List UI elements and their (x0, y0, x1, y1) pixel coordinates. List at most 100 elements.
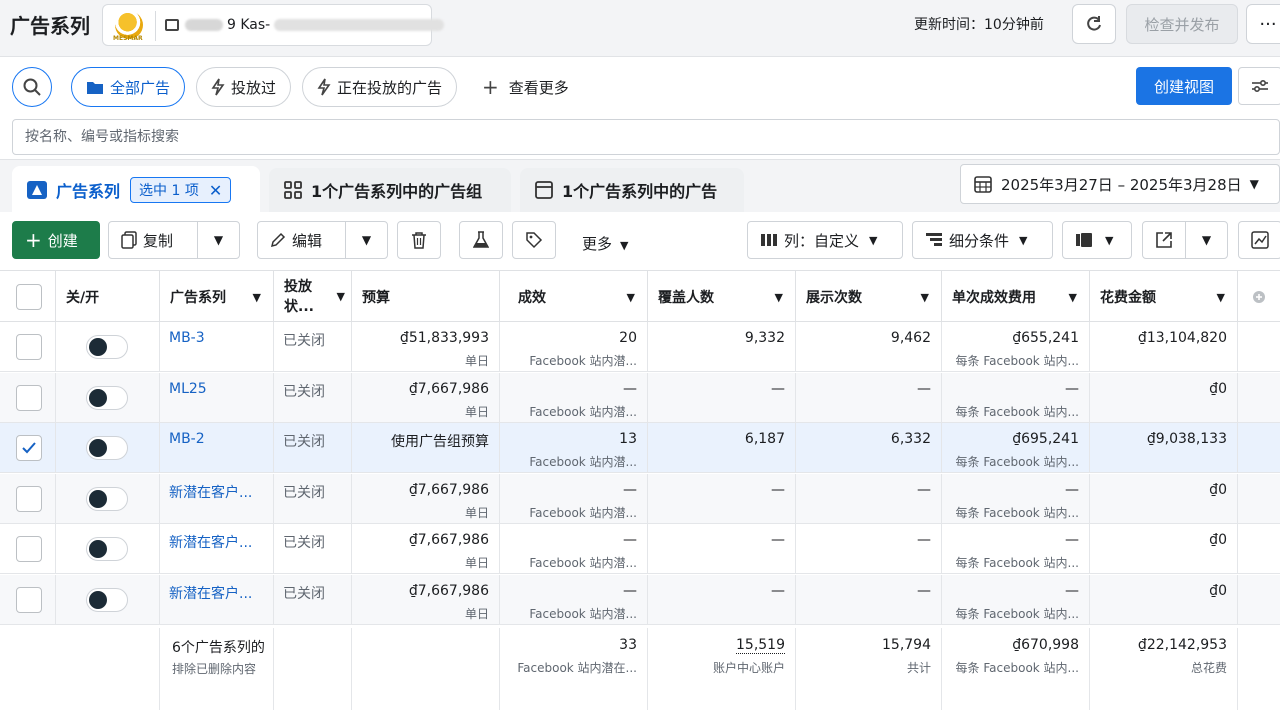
plus-icon: + (482, 75, 499, 99)
search-button[interactable] (12, 67, 52, 107)
delivery-status-cell: 已关闭 (274, 473, 352, 524)
breakdown-button[interactable]: 细分条件 ▼ (912, 221, 1053, 259)
totals-reach-cell: 15,519 账户中心账户 (648, 628, 796, 710)
date-range-picker[interactable]: 2025年3月27日 – 2025年3月28日 ▼ (960, 164, 1280, 204)
reach: — (771, 481, 785, 498)
delivery-status: 已关闭 (283, 333, 325, 349)
tab-adsets[interactable]: 1个广告系列中的广告组 (269, 168, 511, 212)
col-impressions-label: 展示次数 (806, 290, 862, 306)
lightning-icon (317, 78, 331, 96)
campaign-name[interactable]: MB-3 (169, 330, 205, 346)
results-cell: 20 Facebook 站内潜... (500, 322, 648, 372)
ab-test-button[interactable] (459, 221, 503, 259)
chevron-down-icon: ▼ (1249, 177, 1259, 191)
blurred-text (274, 19, 445, 31)
tag-button[interactable] (512, 221, 556, 259)
col-impressions[interactable]: 展示次数 ▼ (796, 271, 942, 323)
reach-cell: — (648, 473, 796, 524)
row-checkbox[interactable] (16, 536, 42, 562)
col-budget[interactable]: 预算 (352, 271, 500, 323)
table-row[interactable]: ML25 已关闭 ₫7,667,986 单日 — Facebook 站内潜... — — — 每条… (0, 372, 1280, 423)
on-off-toggle[interactable] (86, 385, 128, 410)
row-checkbox[interactable] (16, 586, 42, 613)
more-actions-button[interactable]: 更多 ▼ (582, 233, 628, 254)
row-toggle-cell (56, 524, 160, 574)
campaign-name[interactable]: 新潜在客户... (169, 482, 252, 502)
pencil-icon (270, 232, 286, 248)
close-icon[interactable]: ✕ (209, 181, 222, 200)
table-row[interactable]: MB-2 已关闭 使用广告组预算 13 Facebook 站内潜... 6,187 6,33… (0, 423, 1280, 473)
col-reach[interactable]: 覆盖人数 ▼ (648, 271, 796, 323)
search-input[interactable] (12, 119, 1280, 155)
filter-active-ads[interactable]: 正在投放的广告 (302, 67, 458, 107)
chevron-down-icon[interactable]: ▼ (345, 222, 387, 258)
col-campaign[interactable]: 广告系列 ▼ (160, 271, 274, 323)
table-row[interactable]: 新潜在客户... 已关闭 ₫7,667,986 单日 — Facebook 站内潜... —… (0, 524, 1280, 574)
campaign-name[interactable]: 新潜在客户... (169, 583, 252, 603)
add-column-button[interactable] (1238, 271, 1280, 323)
breakdown-label: 细分条件 (949, 231, 1010, 250)
delete-button[interactable] (397, 221, 441, 259)
results-sub: Facebook 站内潜... (529, 505, 637, 520)
reach: 6,187 (744, 431, 785, 447)
campaign-name[interactable]: MB-2 (169, 431, 205, 447)
col-cost-per-result[interactable]: 单次成效费用 ▼ (942, 271, 1090, 323)
on-off-toggle[interactable] (86, 436, 128, 460)
results-sub: Facebook 站内潜... (529, 354, 637, 368)
table-row[interactable]: 新潜在客户... 已关闭 ₫7,667,986 单日 — Facebook 站内潜... —… (0, 574, 1280, 625)
delivery-status-cell: 已关闭 (274, 423, 352, 473)
more-options-button[interactable]: ··· (1246, 4, 1280, 44)
totals-results: 33 (619, 637, 637, 653)
selected-count-chip[interactable]: 选中 1 项 ✕ (130, 177, 232, 203)
totals-cpr: ₫670,998 (1012, 637, 1079, 653)
table-row[interactable]: 新潜在客户... 已关闭 ₫7,667,986 单日 — Facebook 站内潜... —… (0, 473, 1280, 524)
impressions-cell: — (796, 372, 942, 423)
create-view-button[interactable]: 创建视图 (1136, 67, 1232, 105)
totals-cpr-cell: ₫670,998 每条 Facebook 站内... (942, 628, 1090, 710)
refresh-button[interactable] (1072, 4, 1116, 44)
row-checkbox[interactable] (16, 435, 42, 461)
campaign-name[interactable]: ML25 (169, 381, 207, 397)
blurred-text (185, 19, 223, 31)
tab-adsets-label: 1个广告系列中的广告组 (311, 182, 483, 201)
toggle-knob (89, 388, 107, 407)
reports-button[interactable]: ▼ (1062, 221, 1132, 259)
columns-button[interactable]: 列：自定义 ▼ (747, 221, 903, 259)
review-publish-button[interactable]: 检查并发布 (1126, 4, 1238, 44)
filter-settings-button[interactable] (1238, 67, 1280, 105)
col-delivery[interactable]: 投放状... ▼ (274, 271, 352, 323)
col-spend[interactable]: 花费金额 ▼ (1090, 271, 1238, 323)
export-button[interactable]: ▼ (1142, 221, 1228, 259)
account-selector[interactable]: MESMAR 9 Kas- (102, 4, 445, 46)
col-results[interactable]: 成效 ▼ (500, 271, 648, 323)
campaign-name[interactable]: 新潜在客户... (169, 532, 252, 552)
charts-button[interactable] (1238, 221, 1280, 259)
edit-button[interactable]: 编辑 ▼ (257, 221, 388, 259)
on-off-toggle[interactable] (86, 335, 128, 359)
filter-delivered[interactable]: 投放过 (196, 67, 292, 107)
chevron-down-icon[interactable]: ▼ (197, 222, 239, 258)
delivery-status-cell: 已关闭 (274, 524, 352, 574)
on-off-toggle[interactable] (86, 486, 128, 511)
view-more-button[interactable]: + 查看更多 (482, 67, 569, 107)
table-row[interactable]: MB-3 已关闭 ₫51,833,993 单日 20 Facebook 站内潜... 9,3… (0, 322, 1280, 372)
chevron-down-icon[interactable]: ▼ (1185, 222, 1227, 258)
on-off-toggle[interactable] (86, 587, 128, 612)
filter-all-ads[interactable]: 全部广告 (71, 67, 186, 107)
on-off-toggle[interactable] (86, 537, 128, 561)
cost-per-result-cell: — 每条 Facebook 站内... (942, 524, 1090, 574)
budget-cell: 使用广告组预算 (352, 423, 500, 473)
chevron-down-icon: ▼ (336, 290, 345, 303)
select-all-checkbox[interactable] (16, 284, 42, 310)
tab-ads[interactable]: 1个广告系列中的广告 (520, 168, 744, 212)
selected-count-label: 选中 1 项 (139, 183, 199, 199)
tab-campaigns[interactable]: 广告系列 选中 1 项 ✕ (12, 166, 260, 214)
cost-per-result-sub: 每条 Facebook 站内... (955, 354, 1079, 368)
toggle-knob (89, 540, 107, 558)
row-checkbox[interactable] (16, 334, 42, 360)
campaign-name-cell: 新潜在客户... (160, 574, 274, 625)
row-checkbox[interactable] (16, 485, 42, 512)
row-checkbox[interactable] (16, 384, 42, 411)
create-button[interactable]: + 创建 (12, 221, 100, 259)
copy-button[interactable]: 复制 ▼ (108, 221, 240, 259)
